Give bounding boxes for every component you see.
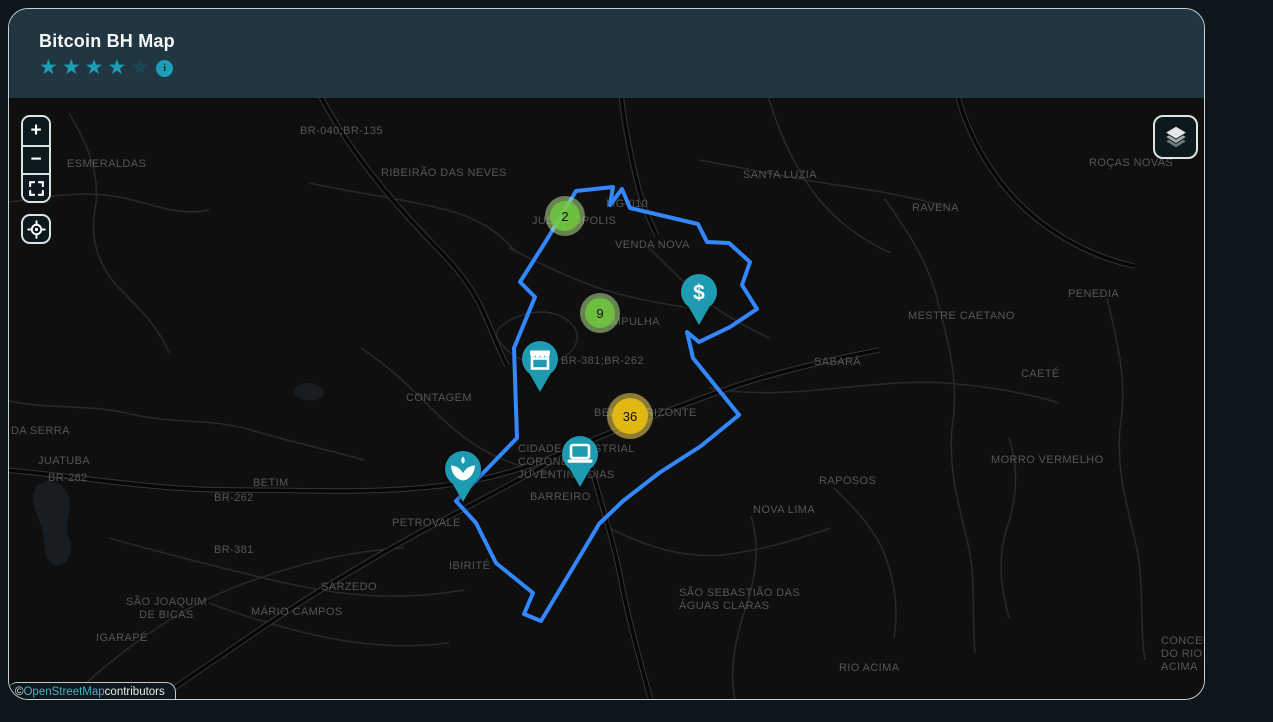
locate-icon bbox=[27, 220, 46, 239]
app-header: Bitcoin BH Map ★★★★★ i bbox=[9, 9, 1204, 98]
star-filled-icon: ★ bbox=[85, 58, 104, 78]
map-canvas[interactable]: ESMERALDASBR-040;BR-135RIBEIRÃO DAS NEVE… bbox=[9, 98, 1204, 700]
marker-cluster[interactable]: 36 bbox=[607, 393, 653, 439]
openstreetmap-link[interactable]: OpenStreetMap bbox=[23, 686, 104, 698]
layers-icon bbox=[1163, 124, 1189, 150]
zoom-out-button[interactable]: − bbox=[23, 145, 49, 173]
dollar-marker[interactable]: $ bbox=[679, 274, 719, 326]
star-filled-icon: ★ bbox=[107, 58, 126, 78]
svg-text:$: $ bbox=[693, 282, 705, 305]
star-rating: ★★★★★ i bbox=[39, 58, 1204, 78]
marker-cluster[interactable]: 2 bbox=[545, 196, 585, 236]
star-empty-icon: ★ bbox=[130, 58, 149, 78]
cluster-count: 2 bbox=[550, 201, 580, 231]
laptop-marker[interactable] bbox=[560, 436, 600, 488]
cluster-count: 9 bbox=[585, 298, 615, 328]
fullscreen-button[interactable] bbox=[23, 173, 49, 201]
store-marker[interactable] bbox=[520, 341, 560, 393]
spa-leaf-marker[interactable] bbox=[443, 451, 483, 503]
zoom-control-group: + − bbox=[21, 115, 51, 203]
store-icon bbox=[520, 341, 560, 393]
cluster-count: 36 bbox=[612, 398, 648, 434]
attribution-bar: © OpenStreetMap contributors bbox=[9, 682, 176, 700]
attribution-prefix: © bbox=[15, 686, 23, 698]
zoom-in-button[interactable]: + bbox=[23, 117, 49, 145]
laptop-icon bbox=[560, 436, 600, 488]
fullscreen-icon bbox=[27, 179, 46, 198]
locate-button[interactable] bbox=[21, 214, 51, 244]
map-app-card: Bitcoin BH Map ★★★★★ i bbox=[8, 8, 1205, 700]
spa-leaf-icon bbox=[443, 451, 483, 503]
layers-button[interactable] bbox=[1153, 115, 1198, 159]
info-icon[interactable]: i bbox=[156, 60, 173, 77]
dollar-icon: $ bbox=[679, 274, 719, 326]
marker-cluster[interactable]: 9 bbox=[580, 293, 620, 333]
marker-layer: 2 9 36 $ bbox=[9, 98, 1204, 700]
star-filled-icon: ★ bbox=[39, 58, 58, 78]
star-filled-icon: ★ bbox=[62, 58, 81, 78]
page-title: Bitcoin BH Map bbox=[39, 31, 1204, 52]
attribution-suffix: contributors bbox=[105, 686, 165, 698]
